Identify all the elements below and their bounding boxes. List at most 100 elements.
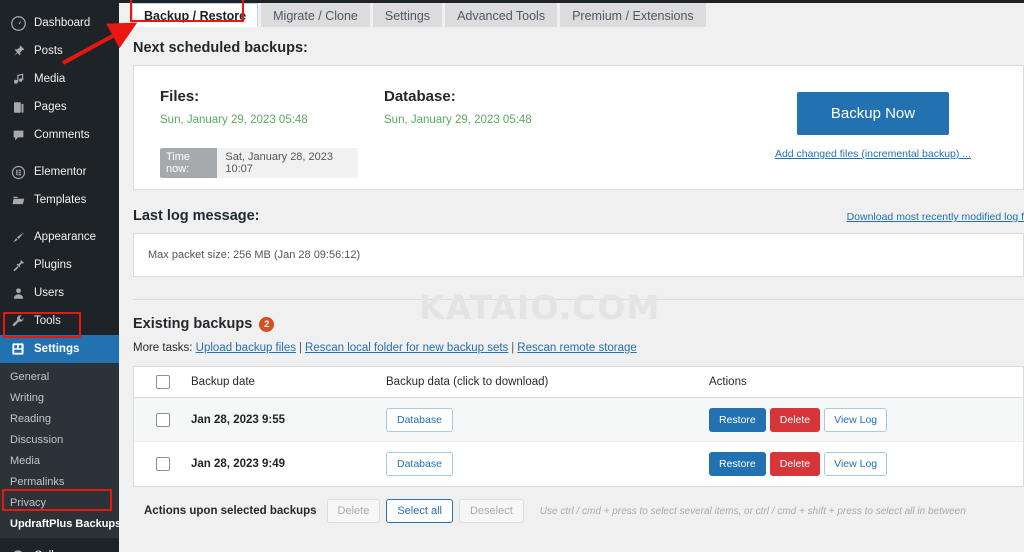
database-schedule-column: Database: Sun, January 29, 2023 05:48 bbox=[358, 66, 723, 189]
rescan-local-folder-link[interactable]: Rescan local folder for new backup sets bbox=[305, 342, 508, 354]
submenu-item-reading[interactable]: Reading bbox=[0, 408, 119, 429]
row-checkbox[interactable] bbox=[155, 457, 170, 471]
restore-button[interactable]: Restore bbox=[709, 452, 766, 476]
delete-button[interactable]: Delete bbox=[769, 452, 821, 476]
sidebar-item-settings[interactable]: Settings bbox=[0, 335, 127, 363]
column-header-backup-date: Backup date bbox=[191, 376, 255, 388]
view-log-button[interactable]: View Log bbox=[824, 452, 888, 476]
backup-now-button[interactable]: Backup Now bbox=[796, 92, 950, 135]
tab-migrate-clone[interactable]: Migrate / Clone bbox=[261, 3, 370, 27]
submenu-item-general[interactable]: General bbox=[0, 366, 119, 387]
settings-icon bbox=[9, 341, 27, 357]
sidebar-item-comments[interactable]: Comments bbox=[0, 121, 119, 149]
media-icon bbox=[9, 71, 27, 87]
folder-icon bbox=[9, 192, 27, 208]
row-backup-data: Database bbox=[386, 407, 709, 432]
bulk-delete-button[interactable]: Delete bbox=[326, 499, 381, 523]
more-tasks-row: More tasks: Upload backup files | Rescan l… bbox=[133, 342, 1024, 354]
wrench-icon bbox=[9, 313, 27, 329]
submenu-item-writing[interactable]: Writing bbox=[0, 387, 119, 408]
existing-backups-table: Backup date Backup data (click to downlo… bbox=[133, 366, 1024, 487]
scheduled-backups-panel: Files: Sun, January 29, 2023 05:48 Time … bbox=[133, 65, 1024, 190]
sidebar-item-media[interactable]: Media bbox=[0, 65, 119, 93]
tab-backup-restore[interactable]: Backup / Restore bbox=[132, 3, 259, 27]
submenu-item-privacy[interactable]: Privacy bbox=[0, 492, 119, 513]
sidebar-item-label: Elementor bbox=[34, 166, 87, 178]
link-separator: | bbox=[299, 342, 303, 354]
column-header-actions: Actions bbox=[709, 376, 747, 388]
tab-label: Backup / Restore bbox=[144, 9, 247, 23]
user-icon bbox=[9, 285, 27, 301]
bulk-select-all-button[interactable]: Select all bbox=[386, 499, 453, 523]
row-backup-data: Database bbox=[386, 452, 709, 476]
tab-label: Premium / Extensions bbox=[572, 9, 694, 23]
submenu-item-discussion[interactable]: Discussion bbox=[0, 429, 119, 450]
last-log-message-title: Last log message: bbox=[133, 208, 260, 224]
time-now-label: Time now: bbox=[160, 148, 218, 178]
tab-label: Settings bbox=[384, 9, 431, 23]
submenu-item-permalinks[interactable]: Permalinks bbox=[0, 471, 119, 492]
submenu-item-media[interactable]: Media bbox=[0, 450, 119, 471]
bulk-deselect-button[interactable]: Deselect bbox=[458, 499, 524, 523]
tab-premium-extensions[interactable]: Premium / Extensions bbox=[560, 3, 706, 27]
sidebar-item-pages[interactable]: Pages bbox=[0, 93, 119, 121]
sidebar-item-posts[interactable]: Posts bbox=[0, 37, 119, 65]
incremental-backup-link[interactable]: Add changed files (incremental backup) .… bbox=[775, 148, 971, 160]
dashboard-icon bbox=[9, 15, 27, 31]
delete-button[interactable]: Delete bbox=[769, 407, 821, 432]
sidebar-item-appearance[interactable]: Appearance bbox=[0, 223, 119, 251]
sidebar-item-label: Appearance bbox=[34, 231, 97, 243]
sidebar-divider-1 bbox=[0, 149, 119, 158]
bulk-actions-bar: Actions upon selected backups Delete Sel… bbox=[133, 499, 1024, 523]
submenu-label: UpdraftPlus Backups bbox=[10, 517, 122, 530]
row-checkbox[interactable] bbox=[155, 412, 170, 427]
sidebar-item-users[interactable]: Users bbox=[0, 279, 119, 307]
database-download-button[interactable]: Database bbox=[386, 452, 453, 476]
bulk-actions-label: Actions upon selected backups bbox=[144, 505, 317, 517]
database-next-date: Sun, January 29, 2023 05:48 bbox=[384, 114, 532, 126]
sidebar-item-label: Plugins bbox=[34, 259, 72, 271]
database-heading: Database: bbox=[384, 88, 456, 105]
settings-submenu: General Writing Reading Discussion Media… bbox=[0, 363, 122, 538]
last-log-header-row: Last log message: Download most recently… bbox=[133, 208, 1024, 224]
table-header-row: Backup date Backup data (click to downlo… bbox=[134, 367, 1023, 398]
view-log-button[interactable]: View Log bbox=[824, 407, 888, 432]
sidebar-item-dashboard[interactable]: Dashboard bbox=[0, 9, 119, 37]
more-tasks-label: More tasks: bbox=[133, 342, 193, 354]
tab-settings[interactable]: Settings bbox=[372, 3, 443, 27]
sidebar-item-label: Media bbox=[34, 73, 66, 85]
column-header-backup-data: Backup data (click to download) bbox=[386, 376, 549, 388]
link-separator: | bbox=[511, 342, 515, 354]
restore-button[interactable]: Restore bbox=[709, 407, 766, 432]
files-next-date: Sun, January 29, 2023 05:48 bbox=[160, 114, 308, 126]
tab-advanced-tools[interactable]: Advanced Tools bbox=[445, 3, 558, 27]
sidebar-item-elementor[interactable]: Elementor bbox=[0, 158, 119, 186]
sidebar-item-label: Dashboard bbox=[34, 17, 91, 29]
download-log-link[interactable]: Download most recently modified log f bbox=[847, 211, 1024, 223]
backup-restore-panel: Next scheduled backups: Files: Sun, Janu… bbox=[119, 40, 1024, 523]
pages-icon bbox=[9, 99, 27, 115]
sidebar-item-templates[interactable]: Templates bbox=[0, 186, 119, 214]
time-now-badge: Time now: Sat, January 28, 2023 10:07 bbox=[160, 148, 358, 178]
row-backup-date: Jan 28, 2023 9:49 bbox=[191, 458, 285, 470]
tab-label: Advanced Tools bbox=[457, 9, 546, 23]
row-checkbox-cell bbox=[134, 457, 191, 471]
submenu-label: Permalinks bbox=[10, 475, 65, 488]
rescan-remote-storage-link[interactable]: Rescan remote storage bbox=[517, 342, 637, 354]
next-scheduled-backups-title: Next scheduled backups: bbox=[133, 40, 308, 56]
upload-backup-files-link[interactable]: Upload backup files bbox=[196, 342, 296, 354]
sidebar-item-plugins[interactable]: Plugins bbox=[0, 251, 119, 279]
submenu-label: General bbox=[10, 370, 50, 383]
sidebar-item-tools[interactable]: Tools bbox=[0, 307, 119, 335]
submenu-label: Privacy bbox=[10, 496, 47, 509]
database-download-button[interactable]: Database bbox=[386, 407, 453, 432]
existing-backups-title: Existing backups bbox=[133, 316, 253, 332]
select-all-checkbox[interactable] bbox=[155, 375, 170, 389]
table-row: Jan 28, 2023 9:49 Database Restore Delet… bbox=[134, 442, 1023, 486]
submenu-item-updraftplus-backups[interactable]: UpdraftPlus Backups bbox=[0, 513, 122, 534]
bulk-actions-hint: Use ctrl / cmd + press to select several… bbox=[539, 505, 966, 517]
submenu-label: Reading bbox=[10, 412, 51, 425]
row-backup-date: Jan 28, 2023 9:55 bbox=[191, 413, 285, 426]
collapse-menu-button[interactable]: Collapse menu bbox=[0, 542, 119, 552]
files-schedule-column: Files: Sun, January 29, 2023 05:48 Time … bbox=[134, 66, 358, 189]
